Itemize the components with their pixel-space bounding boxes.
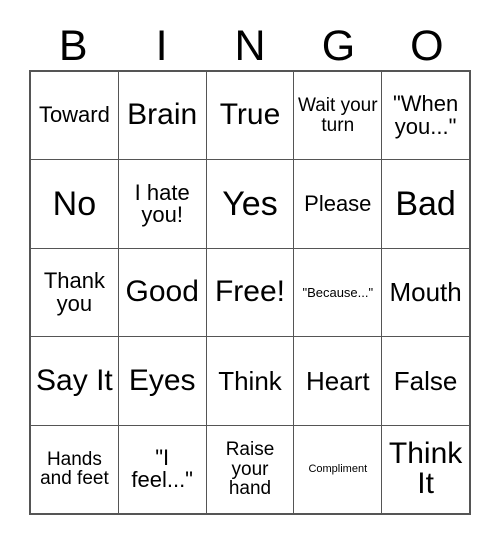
bingo-cell-g5[interactable]: Compliment <box>293 425 381 514</box>
bingo-cell-label: Thank you <box>43 268 105 316</box>
bingo-cell-b4[interactable]: Say It <box>31 337 118 424</box>
bingo-cell-n4[interactable]: Think <box>205 337 294 425</box>
bingo-cell-label: "When you..." <box>392 91 459 139</box>
bingo-header-letter-o: O <box>383 14 471 70</box>
bingo-cell-o2[interactable]: Bad <box>381 160 469 248</box>
bingo-cell-n1[interactable]: True <box>205 72 294 160</box>
bingo-cell-n5[interactable]: Raise your hand <box>205 425 294 514</box>
bingo-cell-label: Please <box>304 190 372 216</box>
bingo-row: No I hate you! Yes Please Bad <box>31 159 469 248</box>
bingo-cell-free-space[interactable]: Free! <box>205 248 294 337</box>
bingo-cell-i1[interactable]: Brain <box>117 72 206 160</box>
bingo-cell-label: Good <box>125 275 199 309</box>
bingo-cell-i4[interactable]: Eyes <box>117 337 206 425</box>
bingo-cell-b1[interactable]: Toward <box>31 72 118 159</box>
bingo-cell-label: I hate you! <box>134 179 190 228</box>
bingo-cell-g3[interactable]: "Because..." <box>293 248 381 337</box>
bingo-cell-label: "I feel..." <box>131 444 193 493</box>
bingo-cell-o3[interactable]: Mouth <box>381 248 469 337</box>
bingo-cell-label: "Because..." <box>302 284 374 300</box>
header-letter-text: N <box>234 22 266 70</box>
bingo-header-letter-n: N <box>206 14 294 70</box>
bingo-row: Thank you Good Free! "Because..." Mouth <box>31 247 469 337</box>
bingo-cell-label: False <box>393 365 458 396</box>
bingo-cell-label: Wait your turn <box>298 95 378 136</box>
bingo-header-row: B I N G O <box>29 14 471 70</box>
bingo-cell-i2[interactable]: I hate you! <box>117 160 206 248</box>
bingo-cell-label: Toward <box>38 102 110 128</box>
header-letter-text: G <box>321 22 356 70</box>
bingo-cell-label: Raise your hand <box>225 439 275 500</box>
bingo-cell-label: No <box>52 184 97 223</box>
bingo-cell-label: Compliment <box>308 462 368 475</box>
bingo-cell-label: Think It <box>388 436 463 501</box>
bingo-cell-label: Mouth <box>389 277 462 308</box>
bingo-cell-label: Bad <box>395 184 456 223</box>
bingo-cell-o5[interactable]: Think It <box>381 425 469 514</box>
bingo-cell-g1[interactable]: Wait your turn <box>293 72 381 160</box>
bingo-cell-label: Free! <box>214 275 285 309</box>
bingo-cell-o1[interactable]: "When you..." <box>381 72 469 160</box>
bingo-cell-label: Hands and feet <box>40 448 109 490</box>
bingo-cell-i3[interactable]: Good <box>117 248 206 337</box>
bingo-cell-label: Think <box>218 365 282 396</box>
bingo-cell-b3[interactable]: Thank you <box>31 249 118 336</box>
bingo-cell-b2[interactable]: No <box>31 160 118 247</box>
bingo-cell-b5[interactable]: Hands and feet <box>31 426 118 513</box>
bingo-header-letter-i: I <box>117 14 205 70</box>
bingo-cell-g2[interactable]: Please <box>293 160 381 248</box>
bingo-cell-label: Brain <box>127 98 198 132</box>
header-letter-text: B <box>58 22 88 70</box>
bingo-grid: Toward Brain True Wait your turn "When y… <box>29 70 471 515</box>
bingo-row: Toward Brain True Wait your turn "When y… <box>31 72 469 160</box>
header-letter-text: O <box>410 22 444 70</box>
header-letter-text: I <box>155 22 168 70</box>
bingo-card: B I N G O Toward Brain True Wait your tu… <box>0 0 500 544</box>
bingo-row: Say It Eyes Think Heart False <box>31 336 469 425</box>
bingo-row: Hands and feet "I feel..." Raise your ha… <box>31 424 469 514</box>
bingo-cell-label: True <box>219 98 281 132</box>
bingo-cell-i5[interactable]: "I feel..." <box>117 425 206 514</box>
bingo-header-letter-g: G <box>294 14 382 70</box>
bingo-cell-label: Eyes <box>128 363 196 397</box>
bingo-cell-label: Say It <box>36 363 113 397</box>
bingo-cell-g4[interactable]: Heart <box>293 337 381 425</box>
bingo-cell-o4[interactable]: False <box>381 337 469 425</box>
bingo-cell-label: Heart <box>306 365 370 396</box>
bingo-header-letter-b: B <box>29 14 117 70</box>
bingo-cell-n2[interactable]: Yes <box>205 160 294 248</box>
bingo-cell-label: Yes <box>222 184 278 223</box>
